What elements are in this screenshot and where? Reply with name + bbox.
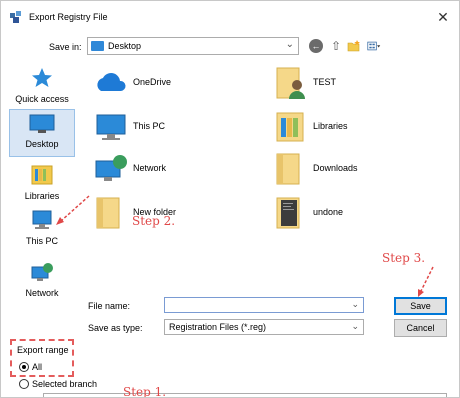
star-icon xyxy=(32,68,52,87)
network-icon xyxy=(95,155,127,181)
save-in-value: Desktop xyxy=(108,41,142,51)
desktop-icon xyxy=(29,114,55,133)
file-item-undone[interactable]: undone xyxy=(273,195,393,231)
radio-all-label: All xyxy=(32,362,43,372)
computer-icon xyxy=(96,114,126,140)
cloud-icon xyxy=(97,73,126,91)
nav-label: Quick access xyxy=(15,94,69,104)
file-name: This PC xyxy=(133,121,166,131)
save-button[interactable]: Save xyxy=(394,297,447,315)
registry-editor-icon xyxy=(10,11,21,23)
radio-selected-branch-label: Selected branch xyxy=(32,379,98,389)
folder-icon xyxy=(276,153,300,185)
nav-label: Desktop xyxy=(25,139,59,149)
save-in-label: Save in: xyxy=(49,42,82,52)
save-as-type-value: Registration Files (*.reg) xyxy=(169,322,267,332)
nav-item-this-pc[interactable]: This PC xyxy=(9,209,75,253)
computer-icon xyxy=(32,210,52,229)
file-name: Network xyxy=(133,163,167,173)
radio-all[interactable] xyxy=(19,362,29,372)
save-in-dropdown[interactable]: Desktop ⌄ xyxy=(87,37,299,55)
close-button[interactable]: ✕ xyxy=(433,7,453,27)
chevron-down-icon: ⌄ xyxy=(351,321,359,331)
network-icon xyxy=(31,263,53,281)
file-item-downloads[interactable]: Downloads xyxy=(273,151,393,187)
user-folder-icon xyxy=(276,67,305,99)
step1-annotation: Step 1. xyxy=(123,385,167,398)
chevron-down-icon[interactable]: ⌄ xyxy=(351,299,359,310)
file-item-test[interactable]: TEST xyxy=(273,65,393,101)
selected-branch-input[interactable] xyxy=(43,393,447,397)
nav-label: Libraries xyxy=(24,191,60,201)
file-item-libraries[interactable]: Libraries xyxy=(273,109,393,145)
libraries-icon xyxy=(276,112,304,142)
file-name-label: File name: xyxy=(88,301,131,311)
title-bar: Export Registry File ✕ xyxy=(1,1,459,31)
save-as-type-dropdown[interactable]: Registration Files (*.reg) ⌄ xyxy=(164,319,364,335)
nav-label: This PC xyxy=(25,236,58,246)
folder-icon xyxy=(276,197,300,229)
nav-item-network[interactable]: Network xyxy=(9,261,75,301)
radio-selected-branch[interactable] xyxy=(19,379,29,389)
step3-arrow xyxy=(420,266,434,292)
file-item-this-pc[interactable]: This PC xyxy=(93,109,213,145)
desktop-folder-icon xyxy=(91,41,104,51)
libraries-icon xyxy=(31,165,53,185)
chevron-down-icon: ⌄ xyxy=(285,39,294,50)
up-folder-icon[interactable]: ⇧ xyxy=(329,39,343,53)
nav-label: Network xyxy=(25,288,59,298)
file-name: Libraries xyxy=(313,121,348,131)
file-item-onedrive[interactable]: OneDrive xyxy=(93,65,213,101)
back-arrow-icon[interactable]: ← xyxy=(309,39,323,53)
new-folder-icon[interactable] xyxy=(347,39,361,53)
step3-arrowhead xyxy=(418,289,424,297)
nav-item-libraries[interactable]: Libraries xyxy=(9,164,75,204)
step3-annotation: Step 3. xyxy=(382,251,426,265)
window-title: Export Registry File xyxy=(29,12,108,22)
file-name: OneDrive xyxy=(133,77,172,87)
view-menu-icon[interactable] xyxy=(367,39,381,53)
file-name: undone xyxy=(313,207,344,217)
file-name-input[interactable]: ⌄ xyxy=(164,297,364,313)
export-range-title: Export range xyxy=(17,345,69,355)
export-registry-dialog: Export Registry File ✕ Save in: Desktop … xyxy=(0,0,460,398)
file-name: TEST xyxy=(313,77,337,87)
cancel-button[interactable]: Cancel xyxy=(394,319,447,337)
file-name: Downloads xyxy=(313,163,358,173)
folder-icon xyxy=(96,197,120,229)
nav-item-desktop[interactable]: Desktop xyxy=(9,109,75,157)
step2-annotation: Step 2. xyxy=(132,214,176,228)
nav-item-quick-access[interactable]: Quick access xyxy=(9,67,75,107)
save-as-type-label: Save as type: xyxy=(88,323,143,333)
file-item-network[interactable]: Network xyxy=(93,151,213,187)
